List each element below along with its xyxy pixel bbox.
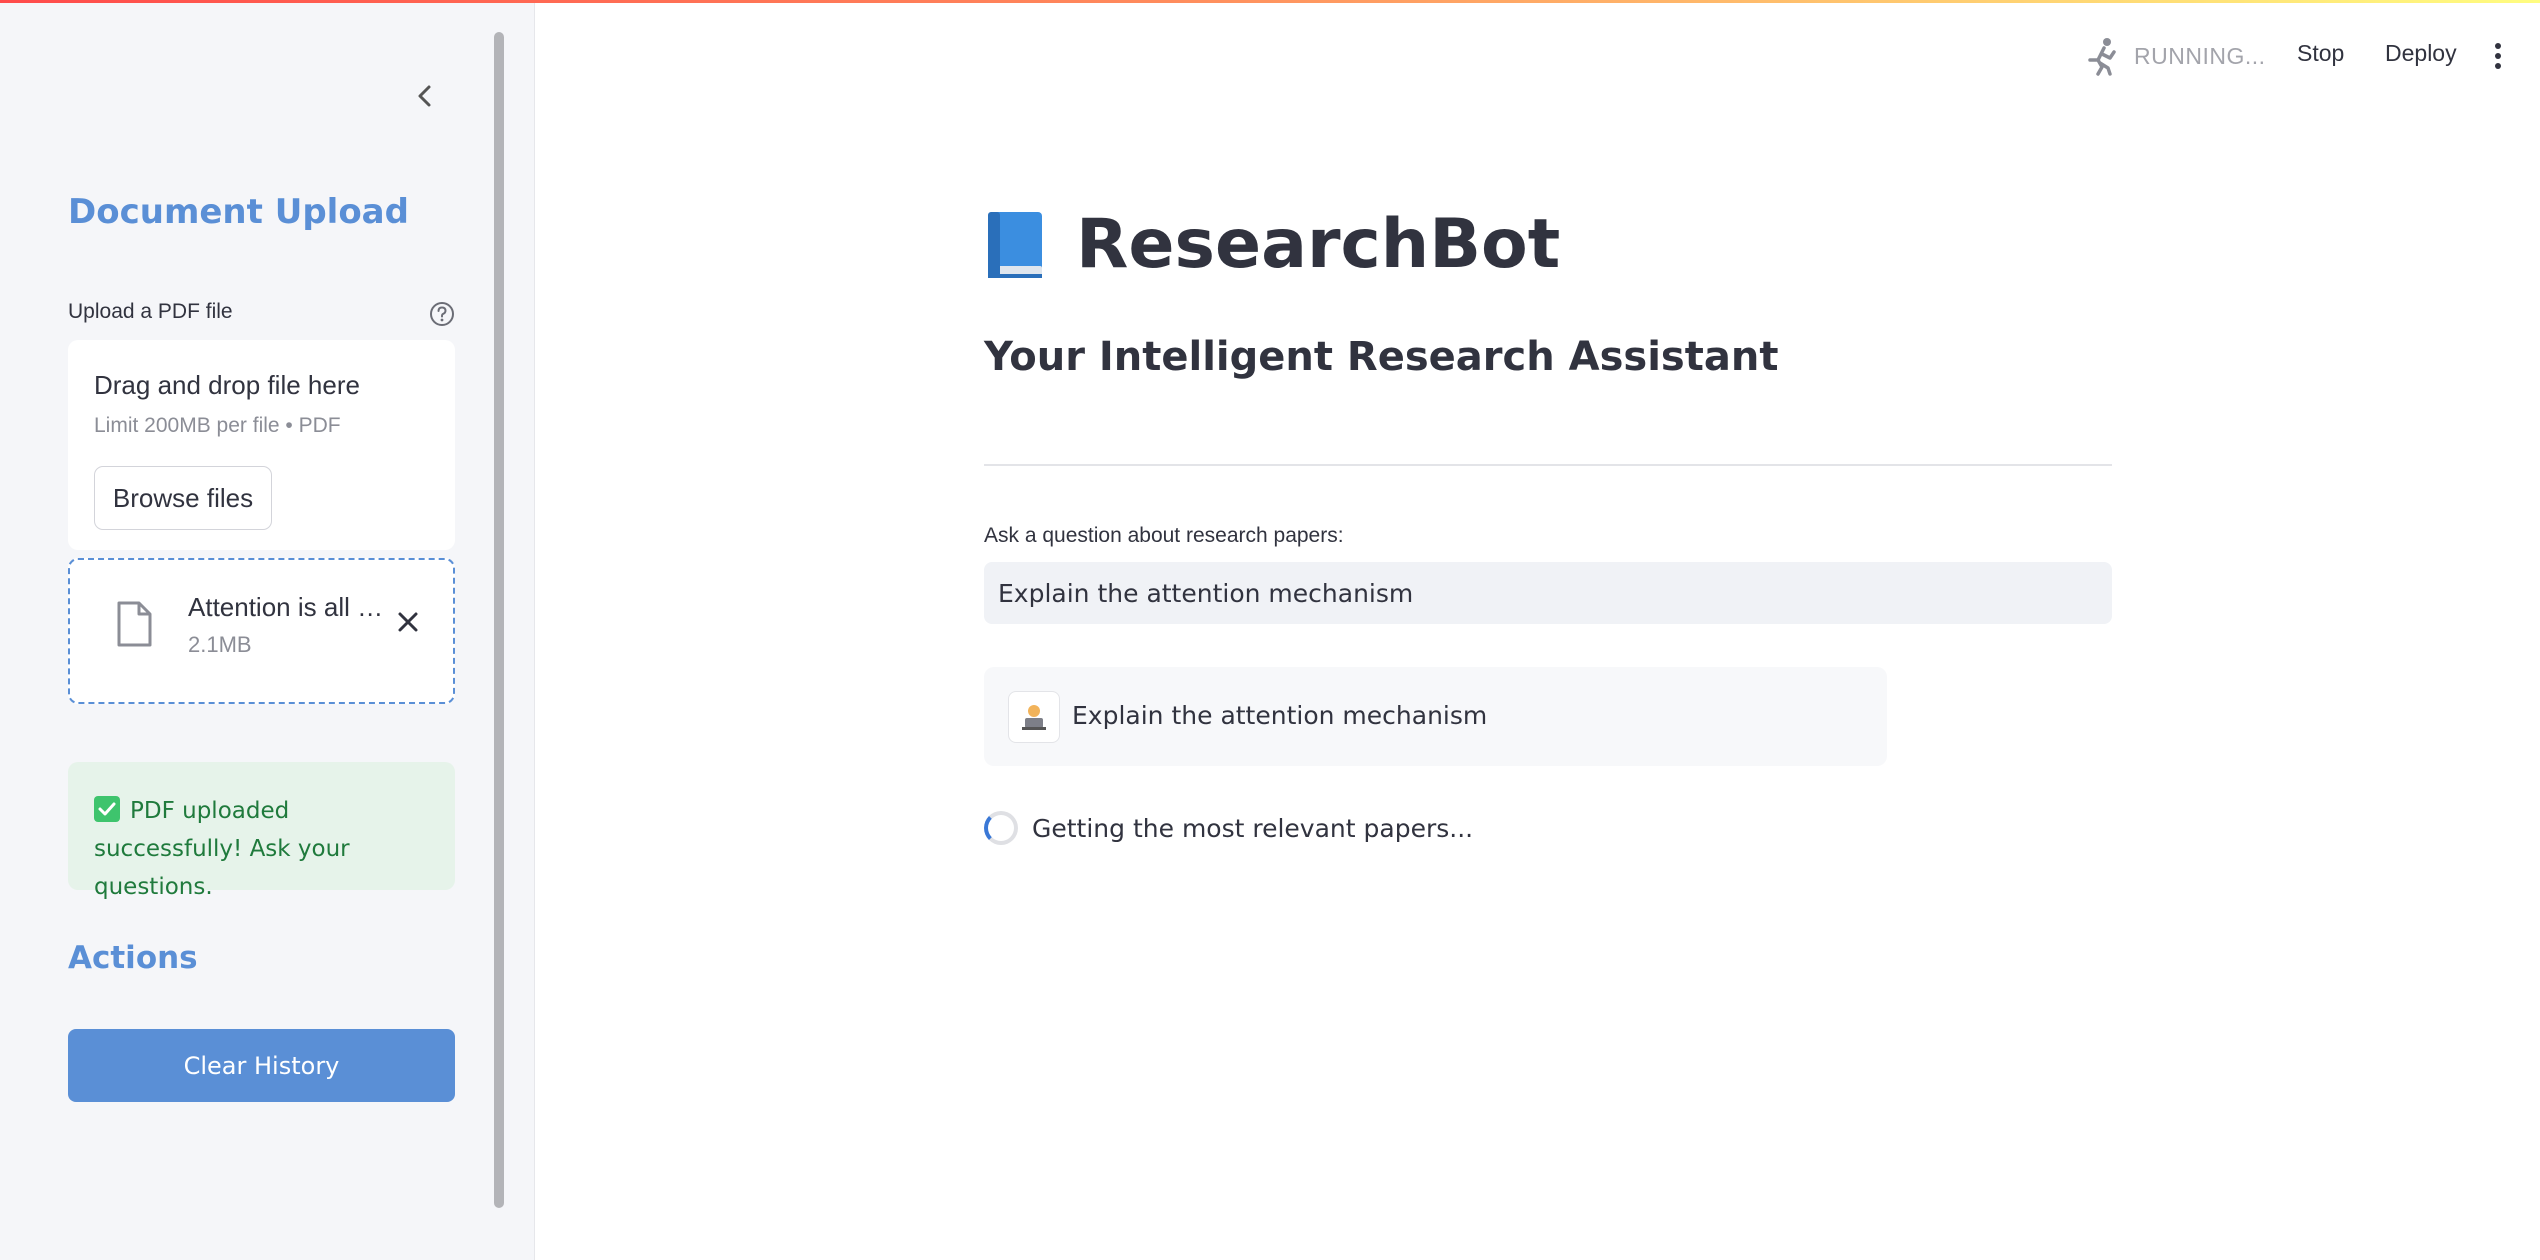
- clear-history-button[interactable]: Clear History: [68, 1029, 455, 1102]
- document-upload-heading: Document Upload: [68, 192, 409, 232]
- document-icon: [117, 601, 152, 647]
- chat-message-user: Explain the attention mechanism: [984, 667, 1887, 766]
- dropzone-title: Drag and drop file here: [94, 370, 360, 400]
- sidebar-scrollbar[interactable]: [494, 32, 504, 1208]
- deploy-button[interactable]: Deploy: [2385, 40, 2457, 67]
- blue-book-icon: [988, 211, 1042, 278]
- actions-heading: Actions: [68, 940, 198, 976]
- file-dropzone[interactable]: Drag and drop file here Limit 200MB per …: [68, 340, 455, 550]
- dropzone-limit: Limit 200MB per file • PDF: [94, 414, 341, 437]
- top-progress-line: [0, 0, 2540, 3]
- divider: [984, 464, 2112, 466]
- stop-button[interactable]: Stop: [2297, 40, 2344, 67]
- user-avatar-icon: [1008, 691, 1060, 743]
- loading-indicator: Getting the most relevant papers...: [984, 811, 1473, 845]
- close-icon[interactable]: [390, 604, 426, 640]
- spinner-text: Getting the most relevant papers...: [1032, 813, 1474, 843]
- question-input[interactable]: [984, 562, 2112, 624]
- spinner-icon: [984, 811, 1018, 845]
- running-status: RUNNING...: [2086, 36, 2266, 76]
- collapse-sidebar-button[interactable]: [405, 76, 445, 116]
- browse-files-button[interactable]: Browse files: [94, 466, 272, 530]
- file-size: 2.1MB: [188, 632, 252, 657]
- running-status-text: RUNNING...: [2134, 42, 2266, 69]
- kebab-menu-icon[interactable]: [2486, 40, 2510, 72]
- title-row: ResearchBot: [984, 205, 1560, 284]
- sidebar: Document Upload Upload a PDF file Drag a…: [0, 0, 535, 1260]
- upload-success-alert: PDF uploaded successfully! Ask your ques…: [68, 762, 455, 900]
- file-name: Attention is all you need.pdf: [188, 592, 384, 622]
- page-title: ResearchBot: [1076, 205, 1561, 284]
- question-circle-icon[interactable]: [428, 300, 456, 328]
- page-subtitle: Your Intelligent Research Assistant: [984, 334, 1779, 380]
- uploader-label: Upload a PDF file: [68, 300, 233, 323]
- chevron-left-icon: [418, 85, 431, 107]
- chat-message-text: Explain the attention mechanism: [1072, 701, 1488, 730]
- running-person-icon: [2088, 38, 2116, 76]
- question-label: Ask a question about research papers:: [984, 524, 1344, 547]
- check-box-icon: [94, 796, 120, 822]
- success-message: PDF uploaded successfully! Ask your ques…: [94, 798, 350, 900]
- uploaded-file-card: Attention is all you need.pdf 2.1MB: [68, 558, 455, 704]
